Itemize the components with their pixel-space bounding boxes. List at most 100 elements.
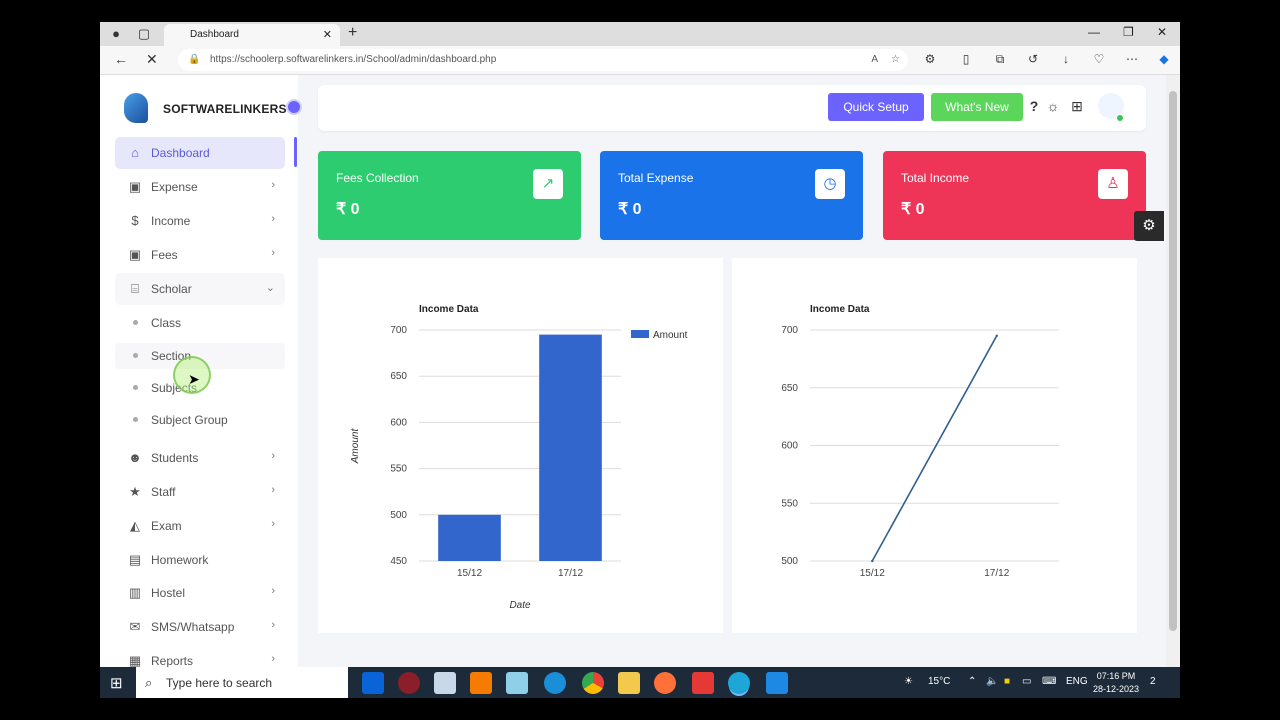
more-options-icon[interactable]: ⋯ — [1124, 52, 1140, 66]
card-total-expense: Total Expense ₹ 0 ◷ — [600, 151, 863, 240]
stop-loading-icon[interactable]: ✕ — [146, 51, 158, 68]
chevron-right-icon: › — [271, 179, 275, 191]
sidebar-item-expense[interactable]: ▣ Expense › — [115, 171, 285, 203]
vscode-app-icon[interactable] — [766, 672, 788, 694]
keyboard-icon[interactable]: ⌨ — [1042, 676, 1056, 687]
clock[interactable]: 07:16 PM 28-12-2023 — [1090, 670, 1142, 696]
theme-toggle-icon[interactable]: ☼ — [1045, 98, 1061, 114]
sidebar-item-label: Expense — [151, 180, 198, 194]
title-bar: ● ▢ Dashboard ✕ + — ❐ ✕ — [100, 22, 1180, 46]
sidebar-item-exam[interactable]: ◭ Exam › — [115, 510, 285, 542]
profile-icon[interactable]: ● — [108, 26, 124, 42]
bullet-icon — [133, 353, 138, 358]
institution-icon: ⌸ — [131, 281, 139, 296]
split-screen-icon[interactable]: ▯ — [958, 52, 974, 66]
sidebar-item-sms-whatsapp[interactable]: ✉ SMS/Whatsapp › — [115, 611, 285, 643]
apps-grid-icon[interactable]: ⊞ — [1069, 98, 1085, 115]
income-bar-chart: Income Data 700 650 600 550 500 450 Amount Date A… — [350, 304, 688, 611]
sidebar-item-fees[interactable]: ▣ Fees › — [115, 239, 285, 271]
history-icon[interactable]: ↺ — [1025, 52, 1041, 66]
sidebar-subitem-subject-group[interactable]: Subject Group — [115, 407, 285, 433]
taskbar-search[interactable]: ⌕ Type here to search — [136, 667, 348, 698]
browser-tab[interactable]: Dashboard ✕ — [164, 24, 340, 46]
sidebar-item-label: Income — [151, 214, 191, 228]
page-scrollbar[interactable] — [1166, 75, 1180, 698]
network-icon[interactable]: ▭ — [1022, 676, 1031, 687]
weather-temp[interactable]: 15°C — [928, 676, 950, 687]
copilot-icon[interactable]: ◆ — [1156, 52, 1172, 66]
y-axis-label: Amount — [350, 428, 361, 465]
card-title: Total Income — [901, 171, 970, 185]
sidebar-item-students[interactable]: ☻ Students › — [115, 442, 285, 474]
y-tick-label: 550 — [781, 498, 798, 509]
card-title: Total Expense — [618, 171, 694, 185]
file-explorer-icon[interactable] — [618, 672, 640, 694]
collections-icon[interactable]: ⧉ — [992, 52, 1008, 67]
restore-icon[interactable]: ❐ — [1123, 25, 1134, 39]
sidebar-item-staff[interactable]: ★ Staff › — [115, 476, 285, 508]
read-aloud-icon[interactable]: A — [871, 49, 878, 71]
sidebar-item-income[interactable]: $ Income › — [115, 205, 285, 237]
new-tab-icon[interactable]: + — [348, 24, 357, 42]
tab-close-icon[interactable]: ✕ — [323, 24, 332, 46]
card-value: ₹ 0 — [618, 201, 642, 218]
notifications-badge[interactable]: 2 — [1150, 676, 1156, 687]
url-field[interactable]: 🔒 https://schoolerp.softwarelinkers.in/S… — [178, 49, 908, 71]
xampp-app-icon[interactable] — [470, 672, 492, 694]
windows-start-icon[interactable]: ⊞ — [110, 674, 123, 692]
book-icon: ▤ — [128, 552, 142, 567]
notes-app-icon[interactable] — [506, 672, 528, 694]
y-tick-label: 600 — [781, 441, 798, 452]
sidebar-subitem-label: Class — [151, 316, 182, 330]
extensions-icon[interactable]: ⚙ — [922, 52, 938, 66]
sidebar-item-label: Fees — [151, 248, 178, 262]
sidebar-item-label: Staff — [151, 485, 176, 499]
help-icon[interactable]: ? — [1026, 98, 1042, 114]
language-indicator[interactable]: ENG — [1066, 676, 1088, 687]
minimize-icon[interactable]: — — [1088, 25, 1100, 39]
page: SOFTWARELINKERS ⌂ Dashboard ▣ Expense › … — [100, 75, 1180, 698]
home-icon: ⌂ — [131, 145, 139, 160]
tab-actions-icon[interactable]: ▢ — [136, 26, 152, 42]
settings-gear-icon[interactable]: ⚙ — [1134, 211, 1164, 241]
back-icon[interactable]: ← — [114, 51, 128, 67]
scrollbar-thumb[interactable] — [1169, 91, 1177, 631]
quick-setup-button[interactable]: Quick Setup — [828, 93, 924, 121]
money-icon: ▣ — [128, 179, 142, 194]
whats-new-button[interactable]: What's New — [931, 93, 1023, 121]
close-window-icon[interactable]: ✕ — [1157, 25, 1167, 39]
downloads-icon[interactable]: ↓ — [1058, 52, 1074, 66]
anydesk-app-icon[interactable] — [692, 672, 714, 694]
sidebar-scrollbar[interactable] — [294, 137, 297, 167]
y-tick-label: 700 — [390, 325, 407, 336]
volume-icon[interactable]: 🔈 — [986, 676, 998, 687]
chevron-right-icon: › — [271, 585, 275, 597]
url-text: https://schoolerp.softwarelinkers.in/Sch… — [210, 54, 497, 65]
tool-app-icon[interactable] — [434, 672, 456, 694]
browser-essentials-icon[interactable]: ♡ — [1091, 52, 1107, 66]
chrome-app-icon[interactable] — [582, 672, 604, 694]
tab-title: Dashboard — [190, 29, 239, 40]
sidebar-item-hostel[interactable]: ▥ Hostel › — [115, 577, 285, 609]
y-tick-label: 650 — [390, 371, 407, 382]
sidebar-item-dashboard[interactable]: ⌂ Dashboard — [115, 137, 285, 169]
logo-mark — [124, 93, 148, 123]
show-hidden-icons-icon[interactable]: ⌃ — [968, 676, 976, 687]
sidebar-item-homework[interactable]: ▤ Homework — [115, 544, 285, 576]
sidebar-subitem-class[interactable]: Class — [115, 310, 285, 336]
app-icon[interactable] — [544, 672, 566, 694]
income-line-chart: Income Data 700 650 600 550 500 15/12 17/12 — [781, 304, 1059, 579]
outlook-app-icon[interactable] — [362, 672, 384, 694]
notes-tray-icon[interactable]: ■ — [1004, 676, 1010, 687]
sidebar-item-scholar[interactable]: ⌸ Scholar ⌄ — [115, 273, 285, 305]
media-app-icon[interactable] — [398, 672, 420, 694]
weather-icon[interactable]: ☀ — [904, 676, 913, 687]
edge-app-icon[interactable] — [728, 672, 750, 694]
sidebar-toggle[interactable] — [288, 101, 300, 113]
firefox-app-icon[interactable] — [654, 672, 676, 694]
online-status-dot — [1117, 115, 1123, 121]
x-tick-label: 15/12 — [457, 568, 482, 579]
favorite-icon[interactable]: ☆ — [891, 49, 900, 71]
chart-title: Income Data — [419, 304, 479, 315]
y-tick-label: 600 — [390, 417, 407, 428]
